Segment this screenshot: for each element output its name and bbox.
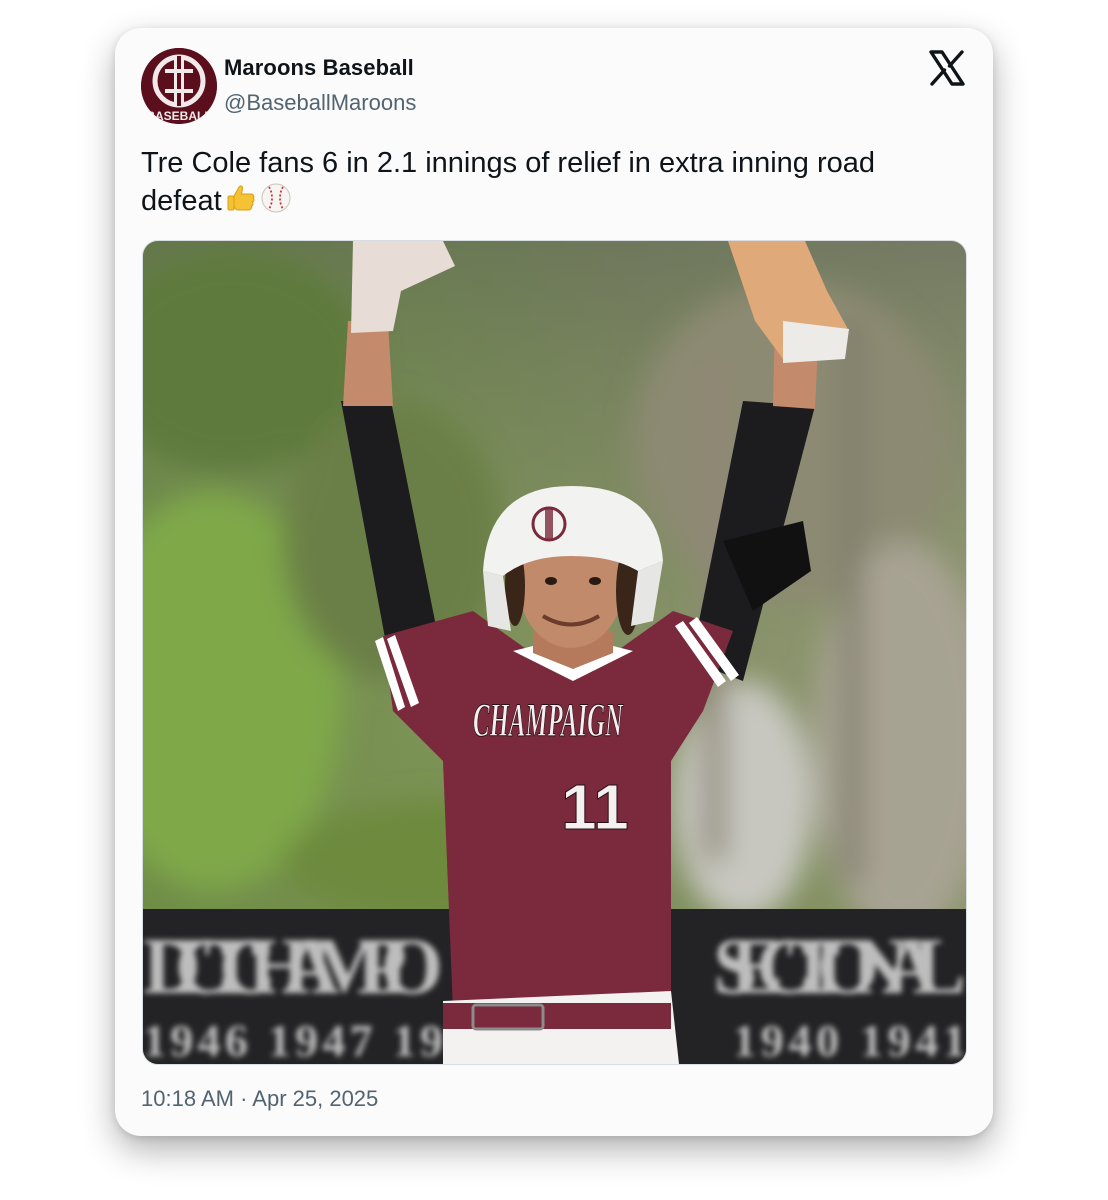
jersey-number: 11 (561, 771, 629, 843)
jersey-text: CHAMPAIGN (473, 694, 624, 747)
baseball-icon (260, 182, 292, 214)
author-display-name[interactable]: Maroons Baseball (224, 55, 414, 81)
profile-avatar[interactable]: BASEBALL (141, 48, 217, 124)
post-text-block: Tre Cole fans 6 in 2.1 innings of relief… (141, 144, 961, 220)
wall-years-right: 1940 1941 (733, 1015, 966, 1064)
post-timestamp[interactable]: 10:18 AM · Apr 25, 2025 (141, 1086, 378, 1112)
author-handle[interactable]: @BaseballMaroons (224, 90, 416, 116)
avatar-text: BASEBALL (146, 109, 211, 123)
post-photo[interactable]: DICT CHAMPIO SECTIONAL 1946 1947 19 1940… (142, 240, 967, 1065)
thumbs-up-icon (225, 182, 257, 214)
tweet-card: BASEBALL Maroons Baseball @BaseballMaroo… (115, 28, 993, 1136)
wall-text-right: SECTIONAL (713, 923, 966, 1011)
wall-text-left: DICT CHAMPIO (143, 923, 443, 1011)
x-logo-icon[interactable] (927, 48, 967, 88)
